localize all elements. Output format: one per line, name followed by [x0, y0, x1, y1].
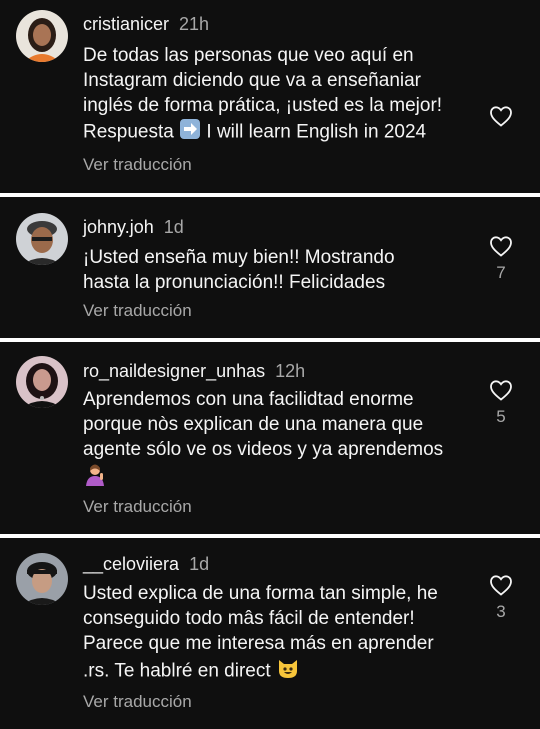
comment-line: Usted explica de una forma tan simple, h…	[83, 583, 438, 604]
comment-line: De todas las personas que veo aquí en	[83, 45, 414, 66]
comment-item: ro_naildesigner_unhas 12h Aprendemos con …	[0, 342, 540, 534]
like-button[interactable]: 3	[486, 574, 516, 622]
comment-item: __celoviiera 1d Usted explica de una form…	[0, 538, 540, 729]
like-button[interactable]: 5	[486, 379, 516, 427]
timestamp: 1d	[163, 217, 184, 237]
timestamp: 12h	[275, 361, 306, 381]
comment-line: inglés de forma prática, ¡usted es la me…	[83, 95, 443, 116]
comment-line: conseguido todo mâs fácil de entender!	[83, 608, 415, 629]
comment-line: ¡Usted enseña muy bien!! Mostrando	[83, 247, 395, 268]
username[interactable]: ro_naildesigner_unhas	[83, 361, 265, 381]
like-count: 3	[496, 602, 506, 621]
comment-line: agente sólo ve os videos y ya aprendemos	[83, 439, 444, 460]
comment-item: johny.joh 1d ¡Usted enseña muy bien!! Mos…	[0, 197, 540, 338]
avatar[interactable]	[16, 356, 68, 408]
comment-last-line: .rs. Te hablré en direct	[83, 660, 271, 682]
see-translation-link[interactable]: Ver traducción	[83, 155, 192, 175]
like-button[interactable]	[486, 105, 516, 127]
username[interactable]: __celoviiera	[83, 554, 179, 574]
username[interactable]: johny.joh	[83, 217, 154, 237]
comment-text: Aprendemos con una facilidtad enorme por…	[83, 387, 478, 493]
reply-prefix: Respuesta	[83, 121, 174, 143]
comment-item: cristianicer 21h De todas las personas qu…	[0, 0, 540, 193]
comment-line: porque nòs explican de una manera que	[83, 414, 424, 435]
heart-outline-icon	[486, 379, 516, 401]
comment-line: Respuesta I will learn English in 2024	[83, 118, 478, 147]
heart-outline-icon	[486, 574, 516, 596]
timestamp: 21h	[179, 14, 210, 34]
like-button[interactable]: 7	[486, 235, 516, 283]
avatar[interactable]	[16, 213, 68, 265]
comment-line: Instagram diciendo que va a enseñaniar	[83, 70, 422, 91]
comment-header: __celoviiera 1d	[83, 554, 209, 575]
comment-line: Parece que me interesa más en aprender	[83, 633, 434, 654]
comment-text: Usted explica de una forma tan simple, h…	[83, 581, 478, 687]
comment-line	[83, 462, 478, 493]
comment-text: ¡Usted enseña muy bien!! Mostrando hasta…	[83, 245, 478, 295]
comment-line: .rs. Te hablré en direct	[83, 656, 478, 687]
see-translation-link[interactable]: Ver traducción	[83, 301, 192, 321]
comment-line: hasta la pronunciación!! Felicidades	[83, 272, 386, 293]
username[interactable]: cristianicer	[83, 14, 169, 34]
avatar[interactable]	[16, 553, 68, 605]
arrow-right-emoji-icon	[179, 118, 201, 147]
reply-suffix: I will learn English in 2024	[206, 121, 427, 143]
like-count: 5	[496, 407, 506, 426]
timestamp: 1d	[189, 554, 210, 574]
heart-outline-icon	[486, 235, 516, 257]
comment-header: johny.joh 1d	[83, 217, 184, 238]
comment-header: cristianicer 21h	[83, 14, 209, 35]
comment-header: ro_naildesigner_unhas 12h	[83, 361, 305, 382]
like-count: 7	[496, 263, 506, 282]
avatar[interactable]	[16, 10, 68, 62]
smiling-cat-emoji-icon	[276, 656, 300, 687]
woman-gesturing-emoji-icon	[83, 462, 107, 493]
heart-outline-icon	[486, 105, 516, 127]
comment-text: De todas las personas que veo aquí en In…	[83, 43, 478, 147]
see-translation-link[interactable]: Ver traducción	[83, 692, 192, 712]
see-translation-link[interactable]: Ver traducción	[83, 497, 192, 517]
comment-line: Aprendemos con una facilidtad enorme	[83, 389, 414, 410]
